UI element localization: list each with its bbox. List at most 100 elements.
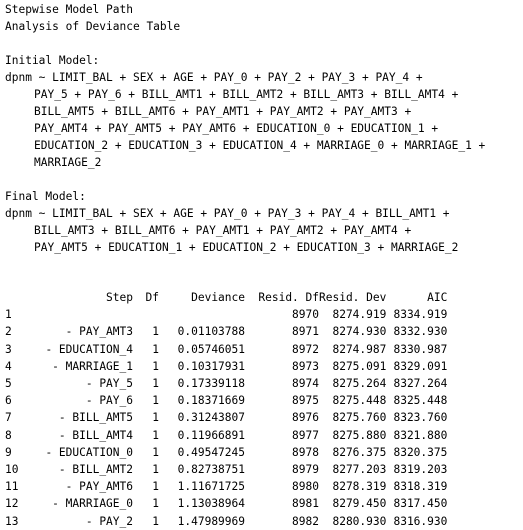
column-header-deviance: Deviance bbox=[191, 291, 245, 304]
deviance-cell: 0.18371669 bbox=[177, 394, 245, 408]
initial-model-label: Initial Model: bbox=[5, 54, 100, 67]
aic-cell: 8320.375 bbox=[393, 445, 448, 459]
row-index: 9 bbox=[5, 445, 12, 459]
df-cell: 1 bbox=[152, 394, 159, 408]
final-model-formula-line: BILL_AMT3 + BILL_AMT6 + PAY_AMT1 + PAY_A… bbox=[34, 224, 412, 237]
row-index: 7 bbox=[5, 411, 12, 425]
table-row: 4 - MARRIAGE_1 1 0.10317931 8973 8275.091 8329… bbox=[5, 358, 447, 375]
final-model-label: Final Model: bbox=[5, 190, 86, 203]
row-index: 1 bbox=[5, 308, 12, 322]
column-header-df: Df bbox=[145, 291, 159, 304]
initial-model-formula-line: MARRIAGE_2 bbox=[34, 156, 102, 169]
deviance-cell: 1.47989969 bbox=[177, 514, 245, 528]
resid-dev-cell: 8275.264 bbox=[332, 377, 387, 391]
resid-dev-cell: 8275.880 bbox=[332, 428, 387, 442]
aic-cell: 8327.264 bbox=[393, 377, 448, 391]
column-header-resid-dev: Resid. Dev bbox=[319, 291, 387, 304]
step-cell: - PAY_6 bbox=[85, 394, 133, 408]
initial-model-formula-line: EDUCATION_2 + EDUCATION_3 + EDUCATION_4 … bbox=[34, 139, 486, 152]
df-cell bbox=[133, 306, 159, 323]
step-cell: - PAY_2 bbox=[85, 514, 133, 528]
resid-dev-cell: 8275.091 bbox=[332, 359, 387, 373]
aic-cell: 8319.203 bbox=[393, 463, 448, 477]
df-cell: 1 bbox=[152, 325, 159, 339]
row-index: 10 bbox=[5, 463, 19, 477]
table-row: 1 8970 8274.919 8334.919 bbox=[5, 306, 447, 323]
aic-cell: 8323.760 bbox=[393, 411, 448, 425]
table-header-row: Step Df Deviance Resid. Df Resid. Dev AI… bbox=[5, 289, 447, 306]
step-cell: - PAY_5 bbox=[85, 377, 133, 391]
step-cell: - BILL_AMT5 bbox=[58, 411, 133, 425]
table-row: 8 - BILL_AMT4 1 0.11966891 8977 8275.880 8321.… bbox=[5, 427, 447, 444]
row-index: 8 bbox=[5, 428, 12, 442]
deviance-cell: 1.11671725 bbox=[177, 480, 245, 494]
table-row: 2 - PAY_AMT3 1 0.01103788 8971 8274.930 8332.9… bbox=[5, 323, 447, 340]
initial-model-formula-line: PAY_5 + PAY_6 + BILL_AMT1 + BILL_AMT2 + … bbox=[34, 88, 459, 101]
deviance-cell: 0.01103788 bbox=[177, 325, 245, 339]
deviance-cell: 0.05746051 bbox=[177, 342, 245, 356]
resid-df-cell: 8971 bbox=[292, 325, 319, 339]
resid-df-cell: 8981 bbox=[292, 497, 319, 511]
resid-dev-cell: 8280.930 bbox=[332, 514, 387, 528]
table-row: 3 - EDUCATION_4 1 0.05746051 8972 8274.987 833… bbox=[5, 341, 447, 358]
deviance-table: Step Df Deviance Resid. Df Resid. Dev AI… bbox=[5, 289, 447, 530]
resid-df-cell: 8975 bbox=[292, 394, 319, 408]
row-index: 12 bbox=[5, 497, 19, 511]
resid-df-cell: 8973 bbox=[292, 359, 319, 373]
df-cell: 1 bbox=[152, 445, 159, 459]
deviance-cell: 0.49547245 bbox=[177, 445, 245, 459]
final-model-formula-line: dpnm ~ LIMIT_BAL + SEX + AGE + PAY_0 + P… bbox=[5, 207, 450, 220]
df-cell: 1 bbox=[152, 480, 159, 494]
resid-df-cell: 8979 bbox=[292, 463, 319, 477]
final-model-formula-line: PAY_AMT5 + EDUCATION_1 + EDUCATION_2 + E… bbox=[34, 241, 459, 254]
output-subtitle: Analysis of Deviance Table bbox=[5, 20, 181, 33]
resid-df-cell: 8972 bbox=[292, 342, 319, 356]
step-cell: - BILL_AMT2 bbox=[58, 463, 133, 477]
step-cell: - BILL_AMT4 bbox=[58, 428, 133, 442]
resid-dev-cell: 8274.987 bbox=[332, 342, 387, 356]
resid-df-cell: 8976 bbox=[292, 411, 319, 425]
initial-model-formula-line: PAY_AMT4 + PAY_AMT5 + PAY_AMT6 + EDUCATI… bbox=[34, 122, 439, 135]
deviance-cell: 1.13038964 bbox=[177, 497, 245, 511]
table-row: 10 - BILL_AMT2 1 0.82738751 8979 8277.203 8319… bbox=[5, 461, 447, 478]
resid-dev-cell: 8279.450 bbox=[332, 497, 387, 511]
row-index: 3 bbox=[5, 342, 12, 356]
deviance-cell: 0.31243807 bbox=[177, 411, 245, 425]
resid-dev-cell: 8278.319 bbox=[332, 480, 387, 494]
resid-df-cell: 8970 bbox=[292, 308, 319, 322]
initial-model-formula-line: dpnm ~ LIMIT_BAL + SEX + AGE + PAY_0 + P… bbox=[5, 71, 423, 84]
console-output: Stepwise Model Path Analysis of Deviance… bbox=[0, 0, 523, 529]
df-cell: 1 bbox=[152, 342, 159, 356]
step-cell: - PAY_AMT3 bbox=[65, 325, 133, 339]
df-cell: 1 bbox=[152, 359, 159, 373]
aic-cell: 8316.930 bbox=[393, 514, 448, 528]
resid-df-cell: 8974 bbox=[292, 377, 319, 391]
row-index: 2 bbox=[5, 325, 12, 339]
resid-dev-cell: 8274.919 bbox=[332, 308, 387, 322]
df-cell: 1 bbox=[152, 514, 159, 528]
resid-df-cell: 8977 bbox=[292, 428, 319, 442]
step-cell bbox=[27, 306, 133, 323]
aic-cell: 8332.930 bbox=[393, 325, 448, 339]
table-row: 12 - MARRIAGE_0 1 1.13038964 8981 8279.450 831… bbox=[5, 495, 447, 512]
step-cell: - EDUCATION_4 bbox=[45, 342, 133, 356]
deviance-cell: 0.82738751 bbox=[177, 463, 245, 477]
aic-cell: 8329.091 bbox=[393, 359, 448, 373]
resid-dev-cell: 8274.930 bbox=[332, 325, 387, 339]
column-header-step: Step bbox=[106, 291, 133, 304]
df-cell: 1 bbox=[152, 463, 159, 477]
row-index: 11 bbox=[5, 480, 19, 494]
resid-dev-cell: 8277.203 bbox=[332, 463, 387, 477]
column-header-aic: AIC bbox=[427, 291, 448, 304]
table-row: 5 - PAY_5 1 0.17339118 8974 8275.264 8327.264 bbox=[5, 375, 447, 392]
df-cell: 1 bbox=[152, 428, 159, 442]
deviance-cell bbox=[159, 306, 245, 323]
resid-df-cell: 8978 bbox=[292, 445, 319, 459]
df-cell: 1 bbox=[152, 377, 159, 391]
deviance-cell: 0.11966891 bbox=[177, 428, 245, 442]
step-cell: - MARRIAGE_1 bbox=[52, 359, 133, 373]
table-row: 11 - PAY_AMT6 1 1.11671725 8980 8278.319 8318.… bbox=[5, 478, 447, 495]
row-index: 6 bbox=[5, 394, 12, 408]
aic-cell: 8325.448 bbox=[393, 394, 448, 408]
column-header-resid-df: Resid. Df bbox=[258, 291, 319, 304]
